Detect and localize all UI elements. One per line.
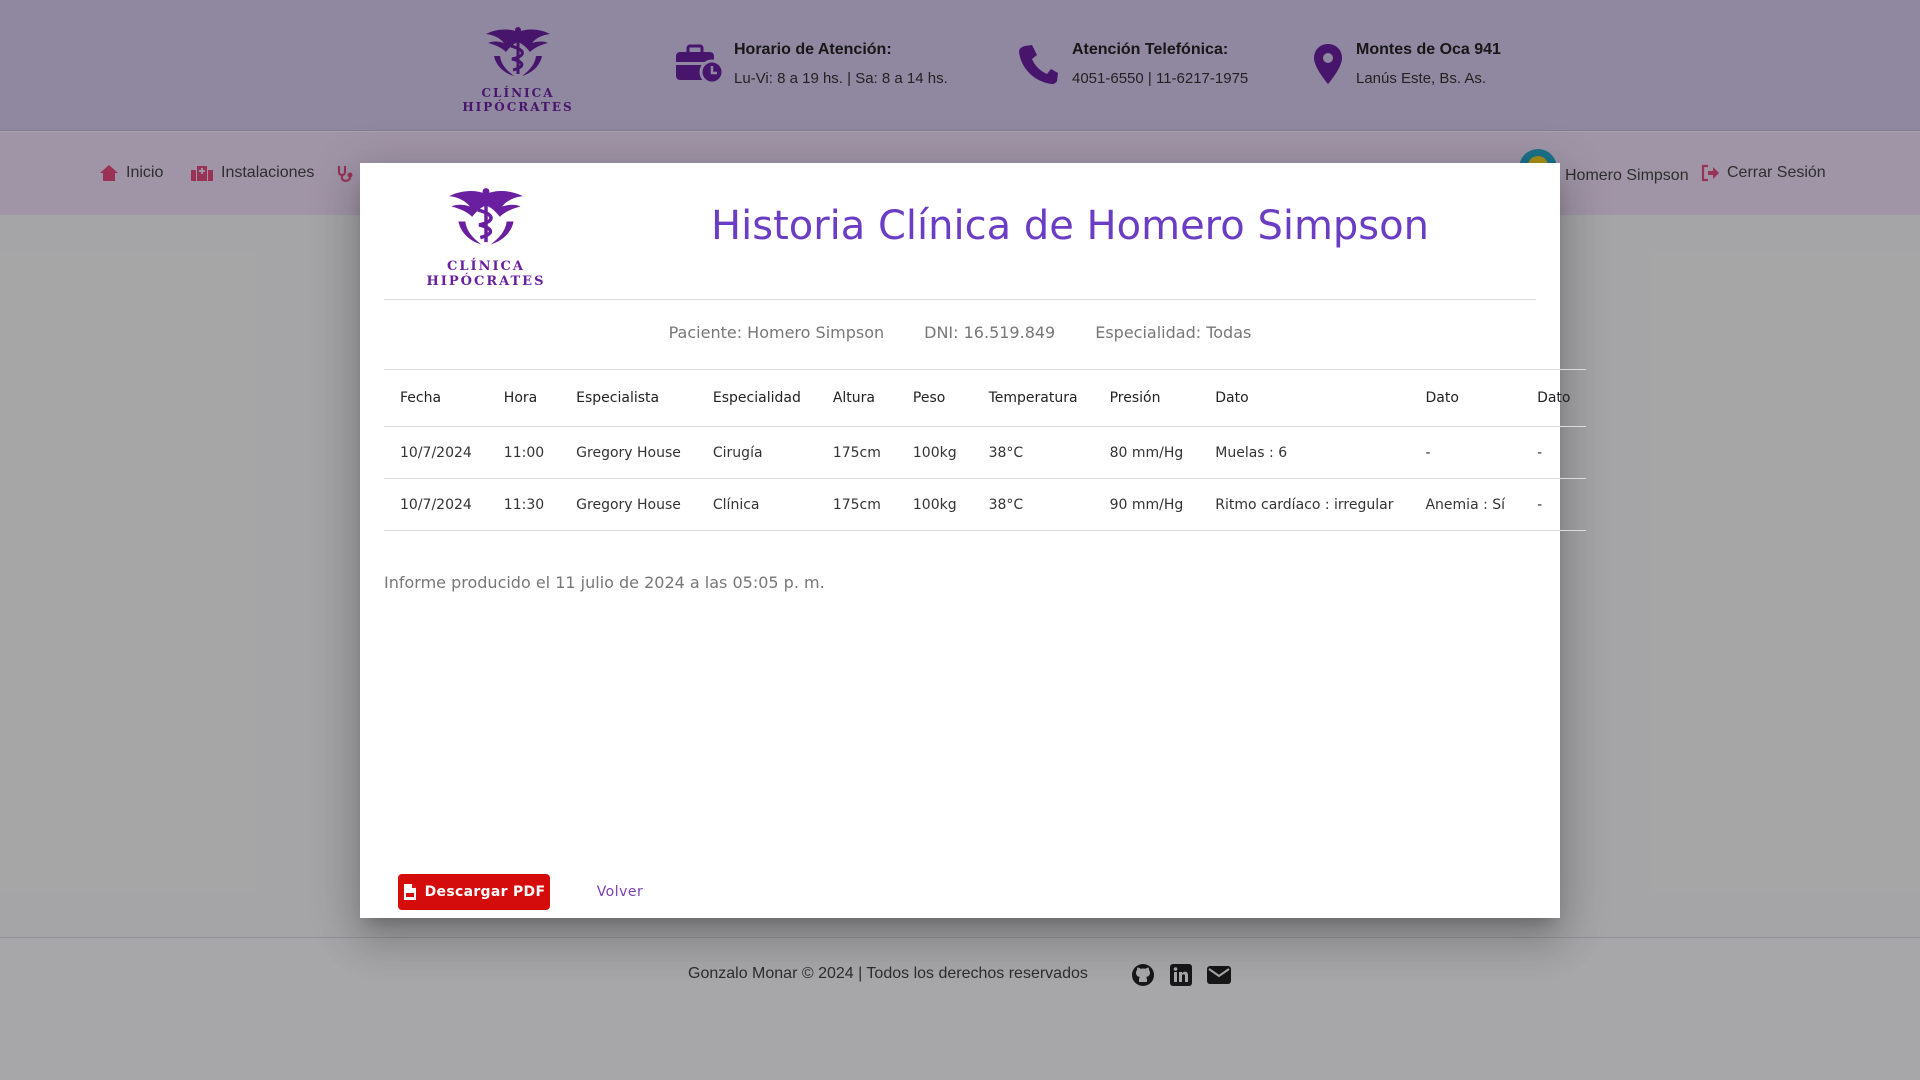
- table-cell: 90 mm/Hg: [1093, 478, 1200, 531]
- table-cell: 38°C: [972, 478, 1094, 531]
- caduceus-logo-icon: [449, 188, 523, 245]
- modal-logo: CLÍNICA HIPÓCRATES: [386, 185, 586, 289]
- medical-history-modal: CLÍNICA HIPÓCRATES Historia Clínica de H…: [360, 163, 1587, 918]
- column-header: Altura: [816, 369, 897, 427]
- column-header: Hora: [487, 369, 561, 427]
- table-cell: 10/7/2024: [384, 426, 488, 479]
- column-header: Especialista: [560, 369, 697, 427]
- table-cell: -: [1521, 478, 1587, 531]
- table-cell: 175cm: [816, 426, 897, 479]
- table-cell: -: [1521, 426, 1587, 479]
- modal-brand-name: CLÍNICA HIPÓCRATES: [426, 259, 546, 289]
- table-cell: Clínica: [696, 478, 817, 531]
- divider: [384, 299, 1536, 300]
- download-pdf-label: Descargar PDF: [424, 884, 546, 900]
- medical-history-table: Fecha Hora Especialista Especialidad Alt…: [384, 369, 1587, 531]
- report-timestamp: Informe producido el 11 julio de 2024 a …: [384, 573, 825, 592]
- column-header: Dato: [1199, 369, 1410, 427]
- table-cell: -: [1409, 426, 1522, 479]
- column-header: Fecha: [384, 369, 488, 427]
- table-row: 10/7/2024 11:30 Gregory House Clínica 17…: [384, 478, 1587, 531]
- back-button[interactable]: Volver: [565, 874, 675, 910]
- table-cell: 10/7/2024: [384, 478, 488, 531]
- table-cell: 100kg: [896, 426, 973, 479]
- patient-specialty: Especialidad: Todas: [1095, 323, 1252, 342]
- column-header: Dato: [1521, 369, 1587, 427]
- column-header: Dato: [1409, 369, 1522, 427]
- table-cell: Gregory House: [560, 478, 697, 531]
- table-cell: Cirugía: [696, 426, 817, 479]
- download-pdf-button[interactable]: Descargar PDF: [398, 874, 550, 910]
- column-header: Especialidad: [696, 369, 817, 427]
- column-header: Peso: [896, 369, 973, 427]
- patient-dni: DNI: 16.519.849: [924, 323, 1056, 342]
- table-cell: 11:00: [487, 426, 561, 479]
- table-cell: 11:30: [487, 478, 561, 531]
- modal-title: Historia Clínica de Homero Simpson: [711, 203, 1429, 249]
- table-cell: 80 mm/Hg: [1093, 426, 1200, 479]
- patient-name: Paciente: Homero Simpson: [668, 323, 885, 342]
- table-cell: Gregory House: [560, 426, 697, 479]
- patient-summary: Paciente: Homero Simpson DNI: 16.519.849…: [384, 323, 1536, 342]
- table-row: 10/7/2024 11:00 Gregory House Cirugía 17…: [384, 426, 1587, 479]
- pdf-file-icon: [403, 884, 416, 900]
- table-cell: Ritmo cardíaco : irregular: [1199, 478, 1410, 531]
- table-cell: Anemia : Sí: [1409, 478, 1522, 531]
- table-cell: 38°C: [972, 426, 1094, 479]
- table-cell: Muelas : 6: [1199, 426, 1410, 479]
- table-cell: 175cm: [816, 478, 897, 531]
- table-cell: 100kg: [896, 478, 973, 531]
- table-header-row: Fecha Hora Especialista Especialidad Alt…: [384, 369, 1587, 427]
- column-header: Presión: [1093, 369, 1200, 427]
- column-header: Temperatura: [972, 369, 1094, 427]
